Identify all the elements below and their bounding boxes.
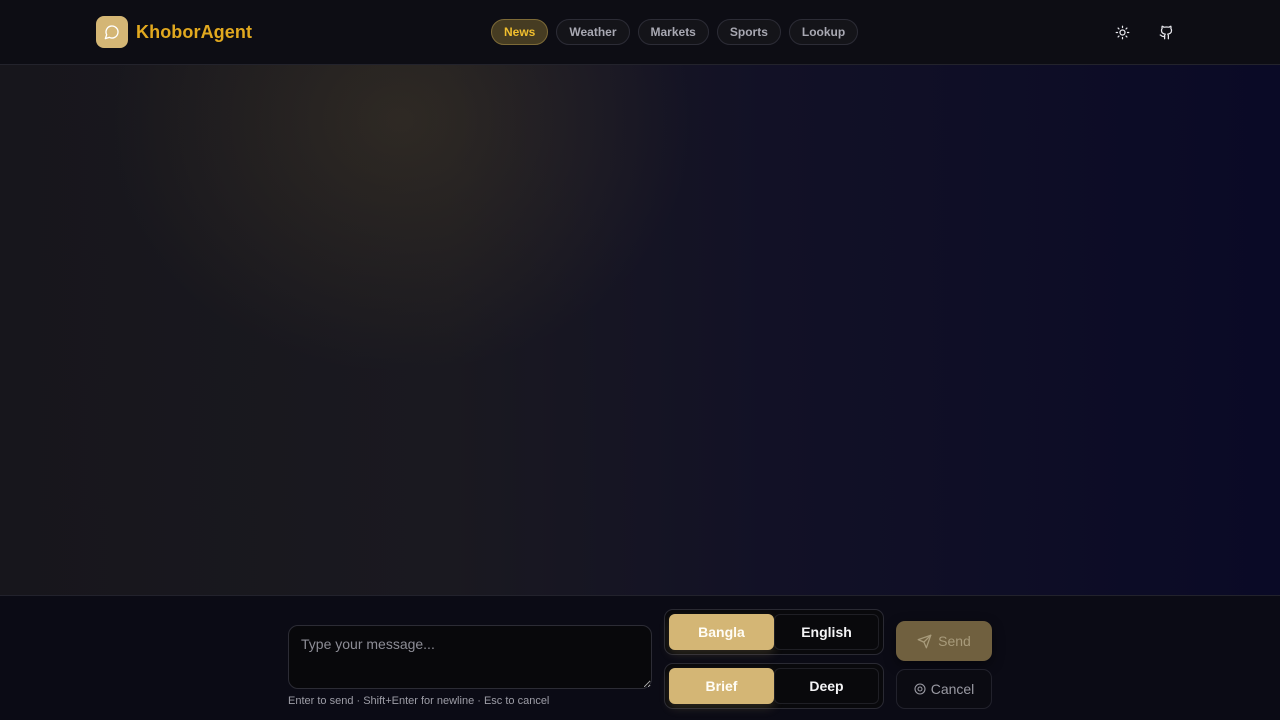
stop-circle-icon [914, 683, 926, 695]
chat-area [0, 65, 1280, 595]
chat-bubble-icon [96, 16, 128, 48]
keyboard-hint: Enter to send · Shift+Enter for newline … [288, 695, 550, 707]
github-link-button[interactable] [1154, 20, 1178, 44]
depth-toggle: Brief Deep [664, 663, 884, 709]
language-toggle: Bangla English [664, 609, 884, 655]
depth-option-deep[interactable]: Deep [774, 668, 879, 704]
nav-tab-lookup[interactable]: Lookup [788, 19, 859, 45]
language-option-english[interactable]: English [774, 614, 879, 650]
cancel-label: Cancel [930, 681, 975, 697]
send-button[interactable]: Send [896, 621, 992, 661]
main-nav: News Weather Markets Sports Lookup [491, 19, 859, 45]
brand[interactable]: KhoborAgent [96, 16, 252, 48]
send-icon [917, 634, 932, 648]
nav-tab-news[interactable]: News [491, 19, 549, 45]
depth-option-brief[interactable]: Brief [669, 668, 774, 704]
github-icon [1159, 25, 1172, 39]
cancel-button[interactable]: Cancel [896, 669, 992, 709]
top-header: KhoborAgent News Weather Markets Sports … [0, 0, 1280, 65]
language-option-bangla[interactable]: Bangla [669, 614, 774, 650]
nav-tab-sports[interactable]: Sports [716, 19, 781, 45]
message-input[interactable] [288, 625, 652, 689]
sun-icon [1115, 25, 1129, 39]
theme-toggle-button[interactable] [1110, 20, 1134, 44]
brand-name: KhoborAgent [136, 21, 253, 42]
message-composer: Enter to send · Shift+Enter for newline … [0, 595, 1280, 720]
nav-tab-markets[interactable]: Markets [637, 19, 709, 45]
send-label: Send [938, 633, 971, 649]
nav-tab-weather[interactable]: Weather [556, 19, 630, 45]
